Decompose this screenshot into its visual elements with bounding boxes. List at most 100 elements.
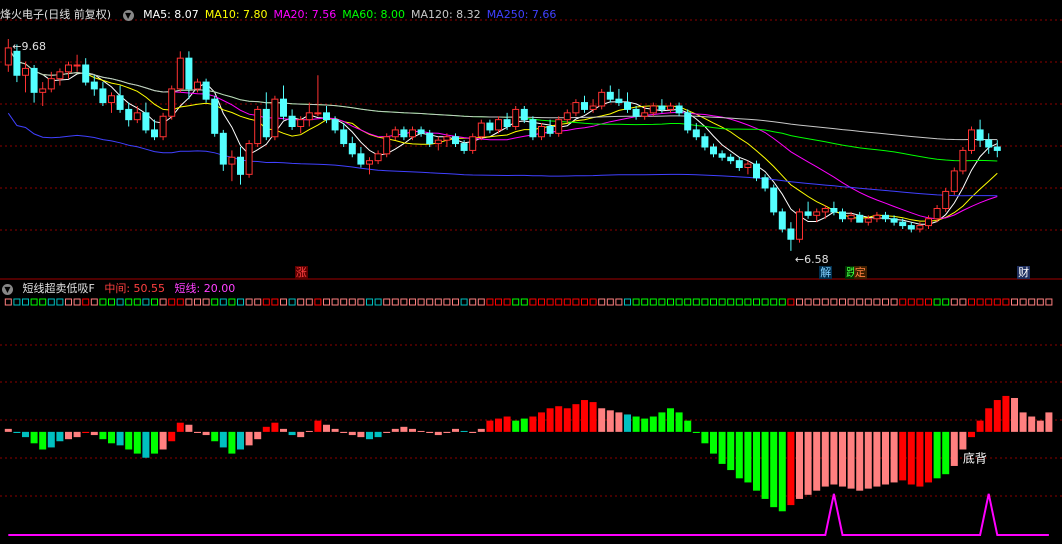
- chart-canvas[interactable]: ←9.68 ←6.58 底背: [0, 0, 1062, 544]
- indicator-bar-121: [1045, 412, 1053, 432]
- indicator-bar-48: [417, 430, 425, 432]
- candle-body-10: [90, 81, 98, 90]
- chevron-down-icon[interactable]: ▼: [122, 9, 134, 21]
- indicator-bar-74: [641, 418, 649, 432]
- status-square-32: [280, 298, 287, 306]
- indicator-bar-41: [357, 431, 365, 438]
- event-tag-1[interactable]: 解: [819, 266, 833, 279]
- candle-body-31: [271, 98, 279, 138]
- ma-line-5: [7, 112, 998, 197]
- status-square-6: [56, 298, 64, 306]
- candle-body-6: [56, 71, 64, 80]
- candle-body-63: [546, 126, 554, 134]
- status-square-27: [237, 298, 244, 306]
- candle-body-105: [907, 225, 915, 230]
- candle-body-20: [176, 57, 184, 90]
- candle-body-8: [73, 64, 81, 67]
- candle-body-39: [340, 129, 348, 145]
- indicator-bar-103: [890, 431, 898, 483]
- status-square-42: [366, 298, 373, 306]
- indicator-bar-91: [787, 431, 795, 506]
- indicator-bar-66: [572, 404, 580, 432]
- status-square-65: [563, 298, 571, 306]
- indicator-bar-71: [615, 412, 623, 432]
- status-square-88: [761, 298, 769, 306]
- indicator-bar-69: [598, 408, 606, 432]
- indicator-bar-77: [667, 408, 674, 432]
- status-square-107: [925, 298, 932, 306]
- candle-body-91: [787, 228, 795, 240]
- indicator-bar-89: [770, 431, 778, 508]
- status-square-49: [426, 298, 434, 306]
- ma-legend-item-0: MA5: 8.07: [143, 8, 199, 21]
- indicator-bar-18: [159, 431, 167, 450]
- ma-legend-item-1: MA10: 7.80: [204, 8, 268, 21]
- event-tag-0[interactable]: 涨: [294, 266, 308, 279]
- status-square-12: [108, 298, 115, 306]
- indicator-bar-31: [271, 422, 279, 432]
- candle-body-26: [228, 156, 236, 165]
- indicator-bar-61: [529, 416, 537, 432]
- status-square-3: [30, 298, 38, 306]
- candle-body-113: [976, 129, 984, 141]
- candle-body-18: [159, 115, 167, 138]
- indicator-bar-72: [624, 414, 631, 432]
- candle-body-47: [409, 129, 416, 138]
- candle-body-92: [796, 211, 803, 240]
- candle-body-40: [348, 143, 356, 155]
- status-square-118: [1019, 298, 1027, 306]
- status-square-80: [692, 298, 700, 306]
- status-square-59: [512, 298, 520, 306]
- indicator-bar-115: [993, 400, 1001, 432]
- candle-body-57: [495, 119, 502, 131]
- candle-body-53: [460, 143, 468, 151]
- candle-body-82: [710, 146, 717, 155]
- indicator-header: ▼ 短线超卖低吸F 中间: 50.55 短线: 20.00: [0, 281, 241, 297]
- status-square-116: [1002, 298, 1010, 306]
- indicator-bar-73: [632, 416, 640, 432]
- candle-body-64: [555, 119, 563, 134]
- candle-body-69: [598, 91, 606, 107]
- indicator-bar-10: [90, 431, 98, 436]
- event-tag-3[interactable]: 定: [853, 266, 867, 279]
- indicator-bar-2: [22, 431, 29, 438]
- indicator-bar-28: [245, 431, 253, 446]
- status-square-67: [581, 298, 588, 306]
- price-high-label: ←9.68: [12, 40, 46, 53]
- status-square-66: [572, 298, 580, 306]
- status-square-8: [73, 298, 81, 306]
- status-square-51: [443, 298, 451, 306]
- candle-body-14: [125, 108, 133, 121]
- candle-body-76: [658, 105, 666, 110]
- event-tag-4[interactable]: 财: [1017, 266, 1031, 279]
- status-square-104: [899, 298, 907, 306]
- indicator-bar-106: [916, 431, 924, 487]
- indicator-bar-102: [882, 431, 889, 485]
- indicator-bar-84: [727, 431, 735, 471]
- indicator-bar-9: [82, 431, 90, 433]
- status-square-48: [417, 298, 425, 306]
- candle-body-109: [942, 190, 950, 210]
- status-square-108: [933, 298, 941, 306]
- indicator-bar-30: [262, 426, 270, 432]
- ma-legend: MA5: 8.07 MA10: 7.80 MA20: 7.56 MA60: 8.00 M…: [143, 8, 562, 21]
- indicator-bar-21: [185, 424, 193, 432]
- indicator-bar-83: [718, 431, 726, 464]
- candle-body-85: [735, 160, 743, 169]
- candle-body-23: [202, 81, 210, 100]
- status-square-35: [305, 298, 313, 306]
- candle-body-52: [452, 136, 459, 145]
- indicator-bar-62: [538, 412, 545, 432]
- status-square-19: [168, 298, 176, 306]
- indicator-bar-13: [116, 431, 124, 446]
- candle-body-66: [572, 102, 580, 114]
- indicator-bar-107: [925, 431, 932, 483]
- mid-label: 中间: 50.55: [104, 282, 166, 295]
- indicator-bar-81: [701, 431, 709, 444]
- status-square-77: [667, 298, 674, 306]
- candle-body-32: [280, 98, 287, 117]
- chevron-down-icon[interactable]: ▼: [2, 283, 13, 295]
- indicator-bar-15: [133, 431, 141, 454]
- indicator-bar-119: [1028, 416, 1036, 432]
- indicator-bar-80: [692, 431, 700, 433]
